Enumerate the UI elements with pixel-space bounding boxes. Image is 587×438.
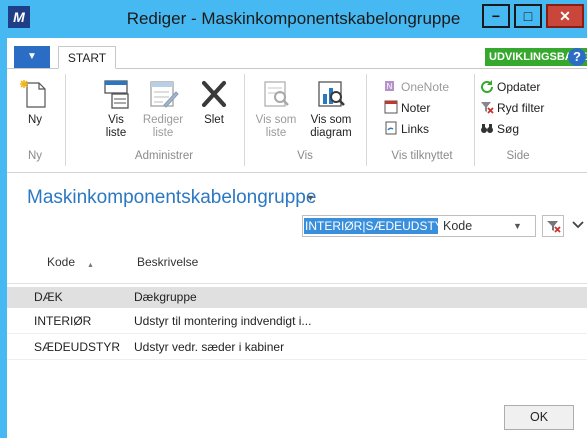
refresh-icon xyxy=(481,80,493,93)
minimize-button[interactable]: − xyxy=(482,4,510,28)
delete-icon xyxy=(201,80,227,108)
show-as-chart-button[interactable]: Vis som diagram xyxy=(304,78,358,140)
table-row[interactable]: SÆDEUDSTYR Udstyr vedr. sæder i kabiner xyxy=(7,337,587,358)
sort-ascending-icon: ▲ xyxy=(87,262,94,269)
delete-button[interactable]: Slet xyxy=(196,78,232,127)
delete-button-label: Slet xyxy=(204,114,224,126)
group-separator xyxy=(244,74,245,166)
window-left-border xyxy=(0,38,7,438)
onenote-icon: N xyxy=(385,81,394,91)
search-label: Søg xyxy=(497,122,520,136)
show-as-chart-icon xyxy=(318,81,345,107)
show-as-list-label-1: Vis som xyxy=(255,114,297,126)
page-title: Maskinkomponentskabelongruppe xyxy=(27,187,317,208)
links-label: Links xyxy=(401,122,430,136)
table-row[interactable]: INTERIØR Udstyr til montering indvendigt… xyxy=(7,311,587,332)
maximize-button[interactable]: □ xyxy=(514,4,542,28)
cell-beskrivelse: Udstyr til montering indvendigt i... xyxy=(134,314,312,328)
close-button[interactable]: ✕ xyxy=(546,4,584,28)
clear-filter-icon xyxy=(481,102,494,114)
group-label-side: Side xyxy=(506,150,530,162)
row-divider xyxy=(7,359,587,360)
filter-value[interactable]: INTERIØR|SÆDEUDSTYR xyxy=(304,218,438,234)
group-label-administrer: Administrer xyxy=(134,150,194,162)
show-as-chart-label-2: diagram xyxy=(310,127,352,139)
show-as-list-button[interactable]: Vis som liste xyxy=(251,78,301,140)
expand-filter-icon[interactable] xyxy=(572,219,584,233)
notes-label: Noter xyxy=(401,101,431,115)
view-list-label-2: liste xyxy=(105,127,127,139)
header-divider xyxy=(7,283,587,284)
cell-beskrivelse: Dækgruppe xyxy=(134,290,197,304)
cell-kode: SÆDEUDSTYR xyxy=(34,340,121,354)
search-button[interactable]: Søg xyxy=(480,120,519,138)
edit-list-label-2: liste xyxy=(152,127,174,139)
show-as-list-icon xyxy=(264,81,289,107)
binoculars-icon xyxy=(481,124,493,133)
clear-filter-icon xyxy=(547,221,561,233)
tab-start[interactable]: START xyxy=(58,46,116,69)
group-separator xyxy=(474,74,475,166)
ok-button[interactable]: OK xyxy=(504,405,574,430)
view-list-label-1: Vis xyxy=(108,114,124,126)
group-label-vis: Vis xyxy=(297,150,313,162)
table-row[interactable]: DÆK Dækgruppe xyxy=(7,287,587,308)
group-label-ny: Ny xyxy=(27,150,43,162)
new-button-label: Ny xyxy=(27,114,43,126)
view-list-button[interactable]: Vis liste xyxy=(95,78,137,140)
help-icon[interactable]: ? xyxy=(568,48,586,66)
view-list-icon xyxy=(104,80,129,109)
group-label-vis-tilknyttet: Vis tilknyttet xyxy=(391,150,453,162)
svg-text:N: N xyxy=(387,82,393,91)
links-icon xyxy=(385,121,397,135)
show-as-chart-label-1: Vis som xyxy=(310,114,352,126)
show-as-list-label-2: liste xyxy=(265,127,287,139)
clear-filter-icon-button[interactable] xyxy=(542,215,564,237)
filter-field-dropdown-icon[interactable]: ▼ xyxy=(513,216,522,236)
cell-kode: DÆK xyxy=(34,290,63,304)
column-header-beskrivelse[interactable]: Beskrivelse xyxy=(137,255,198,269)
onenote-button[interactable]: N OneNote xyxy=(384,78,449,96)
clear-filter-button[interactable]: Ryd filter xyxy=(480,99,544,117)
group-separator xyxy=(65,74,66,166)
notes-button[interactable]: Noter xyxy=(384,99,430,117)
edit-list-button[interactable]: Rediger liste xyxy=(137,78,189,140)
column-header-kode[interactable]: Kode xyxy=(47,255,75,269)
edit-list-label-1: Rediger xyxy=(142,114,184,126)
new-document-icon xyxy=(20,80,46,108)
notes-icon xyxy=(384,100,398,114)
application-menu-button[interactable]: ▼ xyxy=(14,46,50,68)
group-separator xyxy=(366,74,367,166)
refresh-label: Opdater xyxy=(497,80,541,94)
new-button[interactable]: Ny xyxy=(15,78,55,127)
onenote-label: OneNote xyxy=(401,80,450,94)
chevron-down-icon xyxy=(572,221,584,229)
title-dropdown-icon[interactable]: ▾ xyxy=(308,193,313,204)
filter-field-select[interactable]: Kode xyxy=(443,216,472,236)
links-button[interactable]: Links xyxy=(384,120,429,138)
clear-filter-label: Ryd filter xyxy=(497,101,545,115)
refresh-button[interactable]: Opdater xyxy=(480,78,540,96)
edit-list-icon xyxy=(150,81,179,108)
cell-beskrivelse: Udstyr vedr. sæder i kabiner xyxy=(134,340,285,354)
row-divider xyxy=(7,333,587,334)
cell-kode: INTERIØR xyxy=(34,314,92,328)
